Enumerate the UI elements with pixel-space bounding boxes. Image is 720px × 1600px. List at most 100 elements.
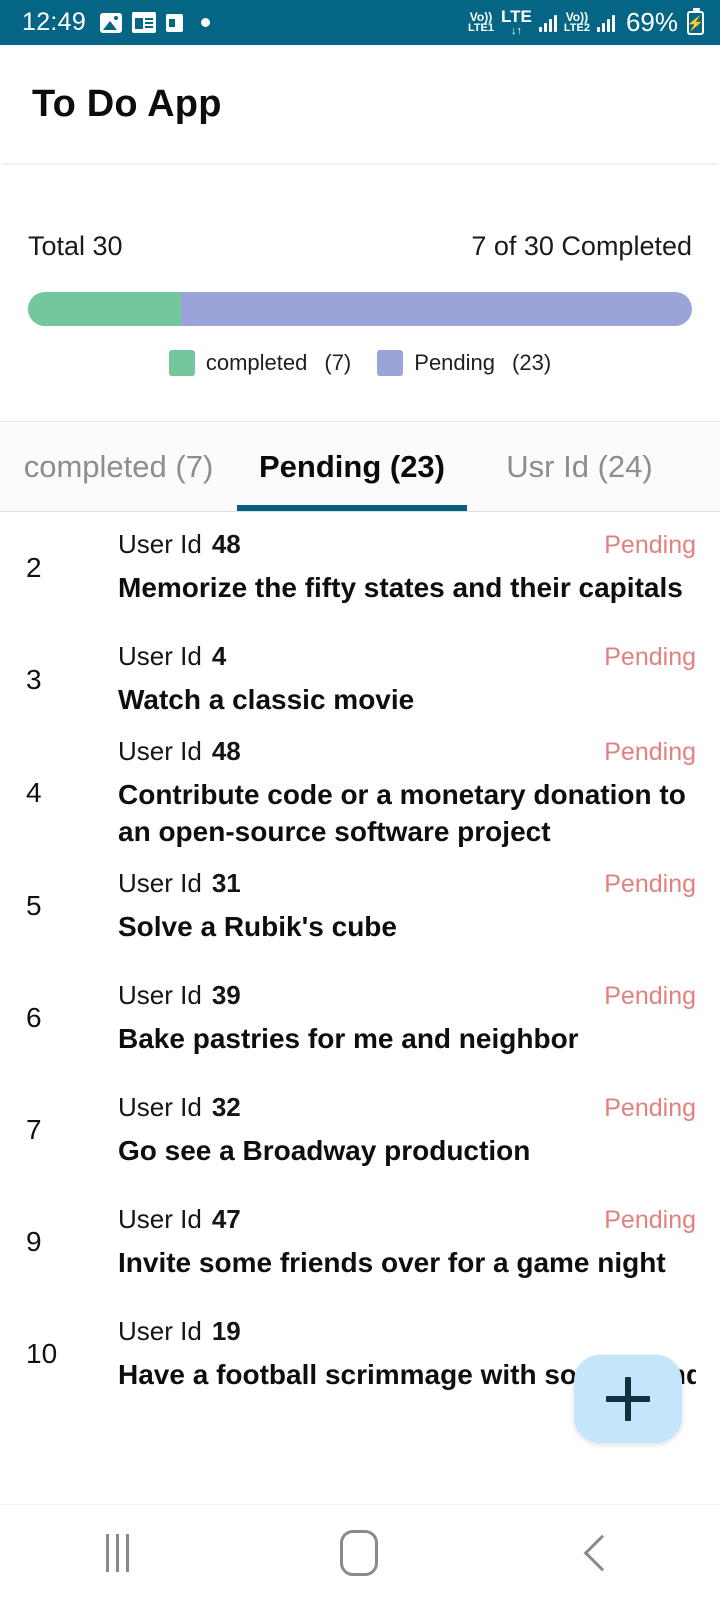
task-index: 2 (26, 552, 42, 583)
signal-bars-2-icon (596, 14, 615, 32)
system-navigation-bar[interactable] (0, 1504, 720, 1600)
task-index: 4 (26, 777, 42, 809)
task-title: Go see a Broadway production (118, 1134, 531, 1166)
task-body: User Id 39 Pending Bake pastries for me and… (118, 980, 696, 1057)
task-row[interactable]: 3 User Id 4 Pending Watch a classic movie (0, 624, 720, 736)
task-body: User Id 4 Pending Watch a classic movie (118, 641, 696, 718)
summary-counts: Total 30 7 of 30 Completed (28, 231, 692, 262)
app-root: 12:49 Vo)) LTE1 LTE ↓↑ Vo)) LTE2 69% ⚡ T… (0, 0, 720, 1600)
legend-item-completed: completed (7) (168, 350, 352, 376)
tab-pending[interactable]: Pending (23) (237, 422, 467, 511)
task-title: Contribute code or a monetary donation t… (118, 779, 686, 848)
task-user-id-value: 39 (211, 979, 241, 1010)
volte1-icon: Vo)) LTE1 (467, 10, 495, 34)
task-row[interactable]: 6 User Id 39 Pending Bake pastries for me an… (0, 962, 720, 1074)
task-meta: User Id 39 Pending (118, 980, 696, 1011)
task-title: Watch a classic movie (118, 684, 415, 716)
camera-icon (166, 13, 184, 32)
signal-bars-1-icon (538, 14, 557, 32)
progress-bar-fill (28, 292, 181, 326)
task-user-id: User Id 47 (118, 1203, 241, 1234)
status-bar: 12:49 Vo)) LTE1 LTE ↓↑ Vo)) LTE2 69% ⚡ (0, 0, 720, 45)
task-user-id: User Id 4 (118, 641, 227, 672)
home-icon[interactable] (339, 1529, 378, 1576)
task-index: 6 (26, 1002, 42, 1034)
task-body: User Id 48 Pending Contribute code or a mon… (118, 736, 696, 850)
task-meta: User Id 47 Pending (118, 1204, 696, 1235)
app-bar: To Do App (0, 45, 720, 163)
task-user-id: User Id 19 (118, 1315, 241, 1346)
task-meta: User Id 48 Pending (118, 529, 696, 560)
battery-charging-icon: ⚡ (687, 7, 704, 35)
total-label: Total 30 (28, 231, 123, 261)
task-user-id: User Id 32 (118, 1091, 241, 1122)
task-user-id: User Id 31 (118, 867, 241, 898)
legend-swatch-completed (168, 350, 195, 376)
legend-count-pending: (23) (512, 350, 552, 375)
task-status-badge: Pending (604, 643, 696, 672)
dot-icon (201, 18, 211, 27)
progress-bar (28, 292, 692, 326)
task-user-id: User Id 48 (118, 529, 241, 560)
recents-icon[interactable] (105, 1533, 129, 1572)
tab-overflow[interactable] (692, 422, 720, 511)
image-icon (100, 12, 123, 33)
task-index: 7 (26, 1114, 42, 1146)
task-meta: User Id 48 Pending (118, 736, 696, 767)
task-meta: User Id 4 Pending (118, 641, 696, 672)
lte-icon: LTE ↓↑ (501, 6, 532, 37)
task-title: Bake pastries for me and neighbor (118, 1022, 579, 1054)
task-body: User Id 32 Pending Go see a Broadway produc… (118, 1092, 696, 1169)
task-row[interactable]: 4 User Id 48 Pending Contribute code or a mo… (0, 736, 720, 850)
task-row[interactable]: 2 User Id 48 Pending Memorize the fifty stat… (0, 512, 720, 624)
task-user-id-value: 4 (211, 641, 227, 672)
battery-percent: 69% (625, 7, 678, 37)
task-title: Invite some friends over for a game nigh… (118, 1246, 666, 1278)
tab-completed[interactable]: completed (7) (0, 422, 237, 511)
task-body: User Id 48 Pending Memorize the fifty state… (118, 529, 696, 606)
status-bar-right: Vo)) LTE1 LTE ↓↑ Vo)) LTE2 69% ⚡ (468, 7, 704, 38)
news-icon (132, 12, 157, 33)
task-user-id-value: 48 (211, 529, 241, 560)
task-row[interactable]: 9 User Id 47 Pending Invite some friends ove… (0, 1186, 720, 1298)
status-bar-clock: 12:49 (22, 8, 87, 36)
legend-label-completed: completed (205, 350, 308, 375)
task-meta: User Id 32 Pending (118, 1092, 696, 1123)
task-user-id: User Id 39 (118, 979, 241, 1010)
plus-icon (606, 1377, 650, 1421)
tab-bar[interactable]: completed (7) Pending (23) Usr Id (24) (0, 421, 720, 512)
task-user-id-value: 31 (211, 867, 241, 898)
task-index: 10 (26, 1338, 58, 1370)
task-index: 9 (26, 1226, 42, 1258)
volte2-icon: Vo)) LTE2 (563, 10, 590, 34)
task-row[interactable]: 5 User Id 31 Pending Solve a Rubik's cube (0, 850, 720, 962)
task-meta: User Id 31 Pending (118, 868, 696, 899)
task-body: User Id 47 Pending Invite some friends over… (118, 1204, 696, 1281)
legend-label-pending: Pending (414, 350, 496, 375)
legend-swatch-pending (377, 350, 404, 376)
legend-item-pending: Pending (23) (377, 350, 551, 376)
task-body: User Id 31 Pending Solve a Rubik's cube (118, 868, 696, 945)
back-icon[interactable] (583, 1534, 620, 1571)
task-meta: User Id 19 (118, 1316, 696, 1347)
task-title: Memorize the fifty states and their capi… (118, 572, 683, 604)
task-index: 3 (26, 664, 42, 695)
add-task-button[interactable] (574, 1355, 682, 1443)
task-title: Solve a Rubik's cube (118, 910, 397, 942)
legend-count-completed: (7) (324, 350, 352, 375)
task-status-badge: Pending (604, 531, 696, 560)
task-status-badge: Pending (604, 981, 696, 1010)
task-user-id-value: 48 (211, 736, 241, 766)
task-user-id-value: 32 (211, 1091, 241, 1122)
summary-section: Total 30 7 of 30 Completed completed (7)… (0, 163, 720, 421)
task-user-id: User Id 48 (118, 736, 241, 766)
task-user-id-value: 47 (211, 1203, 241, 1234)
task-status-badge: Pending (604, 738, 696, 766)
tab-user-id[interactable]: Usr Id (24) (467, 422, 692, 511)
task-user-id-value: 19 (211, 1315, 241, 1346)
completed-label: 7 of 30 Completed (471, 231, 692, 261)
status-bar-left: 12:49 (22, 8, 211, 37)
task-status-badge: Pending (604, 869, 696, 898)
task-row[interactable]: 7 User Id 32 Pending Go see a Broadway produ… (0, 1074, 720, 1186)
task-index: 5 (26, 890, 42, 922)
